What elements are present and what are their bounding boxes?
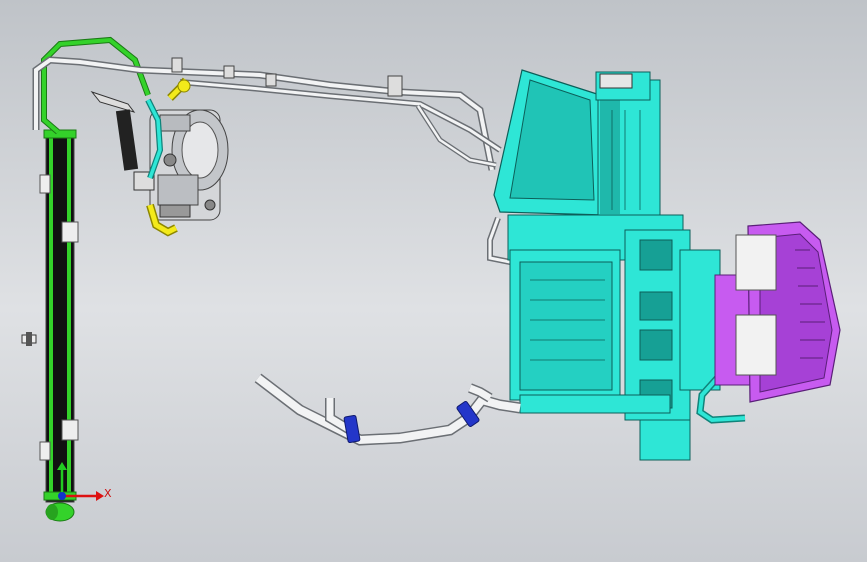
pressure-switch[interactable] <box>21 332 37 346</box>
hvac-evaporator-housing[interactable] <box>493 69 721 461</box>
cad-viewport[interactable]: X <box>0 0 867 562</box>
condenser-radiator[interactable] <box>39 129 79 522</box>
x-axis-arrowhead <box>96 491 104 501</box>
blower-motor-housing[interactable] <box>714 221 841 403</box>
liquid-line[interactable] <box>41 36 151 135</box>
heater-hose[interactable] <box>254 373 521 446</box>
discharge-line[interactable] <box>32 56 511 265</box>
ac-system-assembly: X <box>21 36 841 522</box>
x-axis-label: X <box>104 487 112 500</box>
z-axis-dot <box>58 492 66 500</box>
